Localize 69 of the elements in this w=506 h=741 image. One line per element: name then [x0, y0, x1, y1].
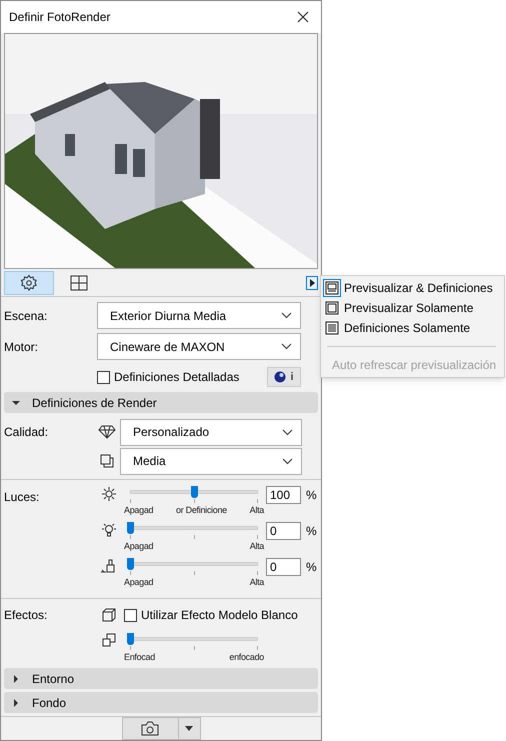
unit-label: % — [306, 523, 317, 540]
slider-label: Alta — [250, 504, 264, 516]
chevron-down-icon — [281, 312, 292, 319]
expand-triangle-icon — [12, 698, 20, 706]
value-field[interactable]: 0 — [266, 522, 301, 540]
view-menu-button[interactable] — [306, 276, 318, 290]
field-label: Motor: — [4, 338, 40, 356]
list-icon — [325, 321, 339, 335]
sun-icon — [101, 486, 117, 502]
shadow-box-icon — [99, 453, 115, 469]
close-icon — [297, 11, 309, 23]
overlapping-squares-icon — [102, 633, 116, 647]
info-button[interactable]: i — [267, 367, 301, 387]
checkbox-box[interactable] — [124, 608, 137, 622]
slider-label: Alta — [250, 540, 264, 552]
chevron-down-icon — [281, 343, 292, 350]
checkbox[interactable]: Utilizar Efecto Modelo Blanco — [124, 606, 298, 624]
menu-item[interactable]: Previsualizar Solamente — [321, 298, 496, 318]
dropdown[interactable]: Cineware de MAXON — [97, 333, 301, 360]
dropdown[interactable]: Exterior Diurna Media — [97, 302, 301, 329]
slider-label: Alta — [250, 576, 264, 588]
slider-label: enfocado — [229, 651, 264, 663]
dropdown[interactable]: Personalizado — [120, 418, 302, 446]
checkbox-box[interactable] — [97, 370, 110, 384]
field-label: Calidad: — [4, 425, 48, 439]
layout-grid-icon — [70, 274, 88, 290]
slider-label: or Definicione — [176, 504, 227, 516]
tab[interactable] — [4, 270, 54, 294]
slider-thumb[interactable] — [127, 558, 134, 570]
chevron-down-icon — [282, 458, 293, 464]
cube-icon — [102, 608, 116, 622]
section-header[interactable]: Fondo — [4, 692, 318, 713]
slider-thumb[interactable] — [191, 486, 198, 498]
caret-icon — [185, 726, 193, 731]
menu-item[interactable]: Previsualizar & Definiciones — [321, 278, 496, 298]
unit-label: % — [306, 559, 317, 576]
preview-icon — [325, 301, 339, 315]
field-label: Luces: — [4, 489, 40, 506]
sphere-icon — [274, 371, 286, 383]
slider-thumb[interactable] — [127, 522, 134, 534]
settings-icon — [20, 274, 38, 292]
value-field[interactable]: 100 — [266, 486, 301, 504]
preview-settings-icon — [325, 281, 339, 295]
slider-label: Apagad — [124, 540, 154, 552]
triangle-right-icon — [310, 278, 314, 286]
field-label: Escena: — [4, 308, 48, 324]
light-bulb-icon — [101, 522, 117, 538]
section-header[interactable]: Entorno — [4, 668, 318, 689]
checkbox[interactable]: Definiciones Detalladas — [97, 368, 240, 386]
camera-icon — [141, 721, 159, 736]
diamond-icon — [98, 425, 116, 439]
dropdown[interactable]: Media — [120, 448, 302, 474]
unit-label: % — [306, 487, 317, 504]
slider-label: Enfocad — [124, 651, 155, 663]
slider[interactable] — [130, 486, 258, 498]
slider-label: Apagad — [124, 504, 154, 516]
slider[interactable] — [130, 558, 258, 570]
section-header[interactable]: Definiciones de Render — [4, 392, 318, 413]
slider[interactable] — [130, 633, 258, 645]
expand-triangle-icon — [12, 674, 20, 682]
slider[interactable] — [130, 522, 258, 534]
field-label: Efectos: — [4, 607, 48, 624]
menu-item[interactable]: Definiciones Solamente — [321, 318, 496, 338]
slider-label: Apagad — [124, 576, 154, 588]
value-field[interactable]: 0 — [266, 558, 301, 576]
window-title: Definir FotoRender — [9, 9, 110, 26]
expand-triangle-icon — [12, 398, 20, 406]
chevron-down-icon — [282, 428, 293, 436]
slider-thumb[interactable] — [127, 633, 134, 645]
